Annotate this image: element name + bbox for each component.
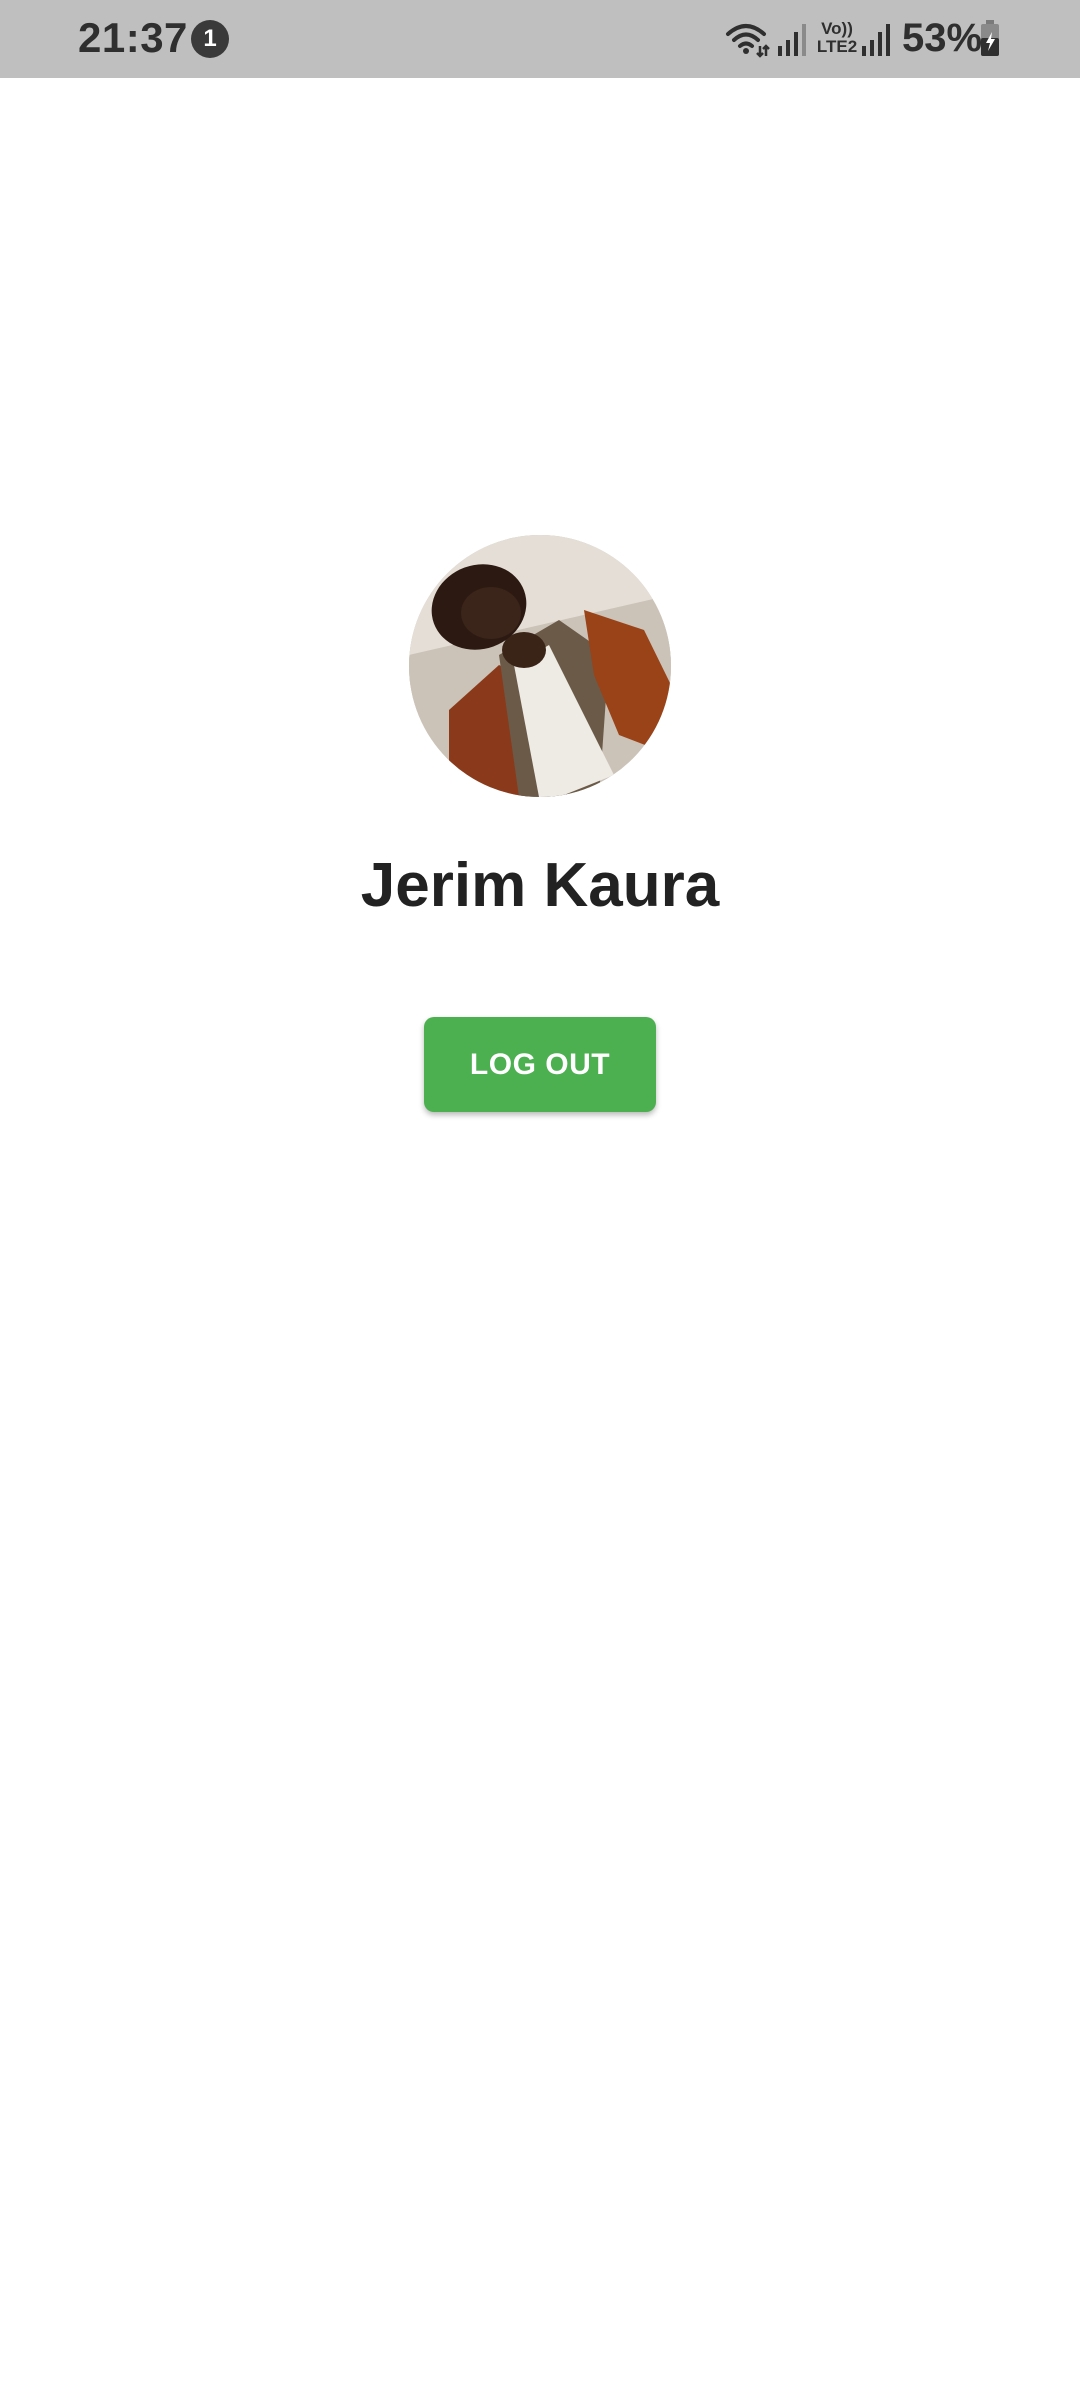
profile-avatar [409,535,671,797]
user-name: Jerim Kaura [360,851,720,920]
status-time: 21:37 [78,14,188,61]
wifi-icon [726,24,770,58]
status-bar: 21:37 1 Vo)) LTE2 53% [0,0,1080,78]
logout-button[interactable]: LOG OUT [424,1017,656,1112]
volte-label: Vo)) [821,19,853,38]
signal-icon-2 [862,24,890,56]
battery-charging-icon [981,20,999,56]
signal-icon [778,24,806,56]
notification-badge: 1 [191,20,229,58]
volte-indicator: Vo)) LTE2 [814,20,860,56]
battery-percent: 53% [902,16,983,60]
lte-label: LTE2 [816,37,858,56]
profile-photo [409,535,671,797]
